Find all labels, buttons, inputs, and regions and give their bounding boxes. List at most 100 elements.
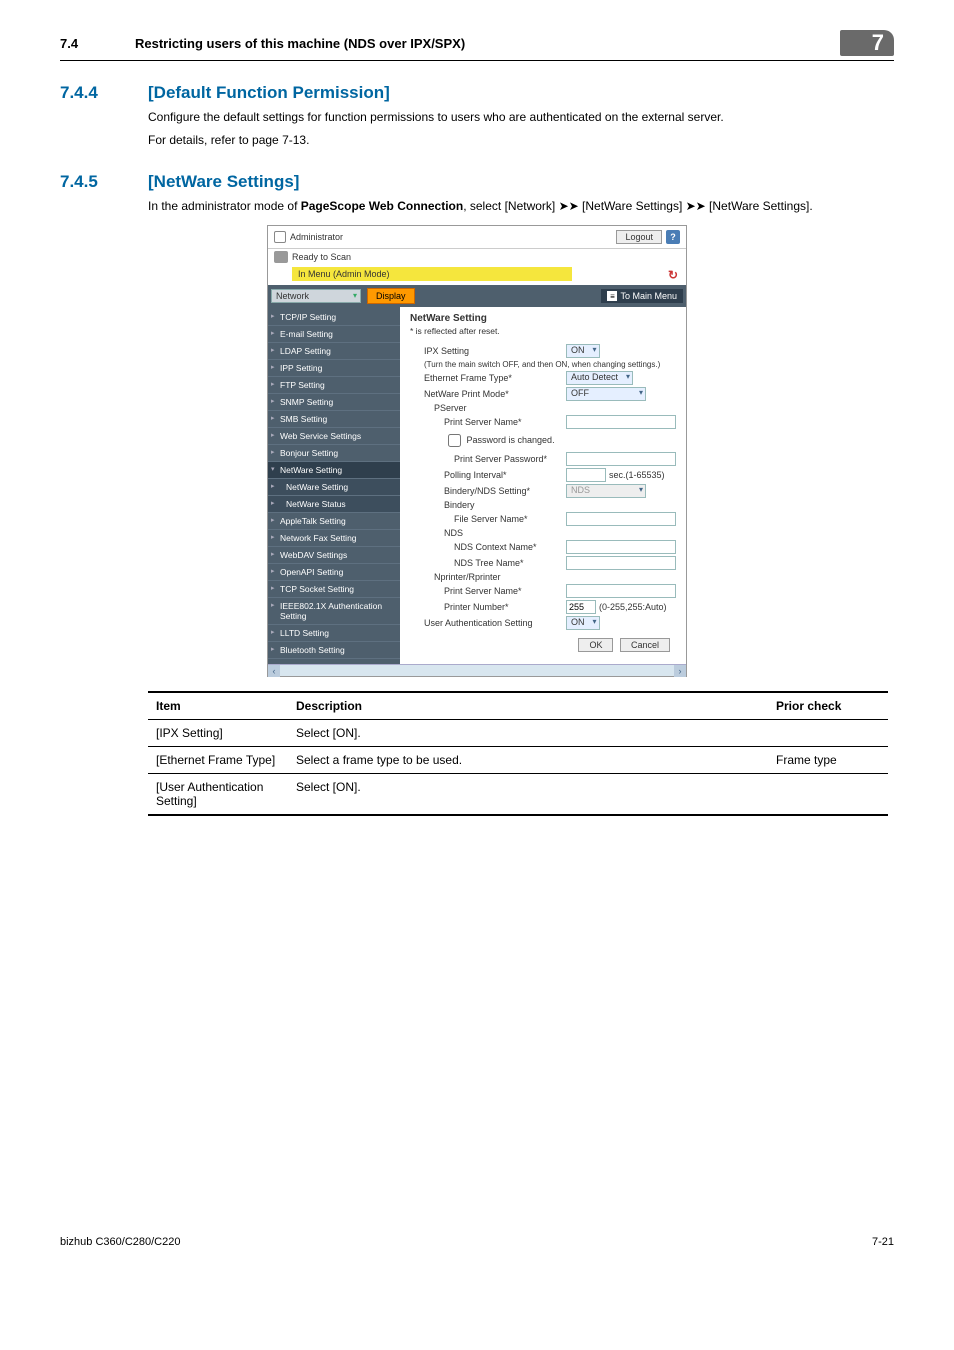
mode-banner-text: In Menu (Admin Mode) [298,269,390,279]
cell-item: [IPX Setting] [148,720,288,747]
heading-text: [Default Function Permission] [148,83,390,103]
ipx-label: IPX Setting [410,346,566,356]
menu-icon: ≡ [607,291,617,301]
requirements-table: Item Description Prior check [IPX Settin… [148,691,888,816]
sidebar-item-snmp[interactable]: ▸SNMP Setting [268,394,400,411]
bindery-label: Bindery [410,500,676,510]
poll-hint: sec.(1-65535) [609,470,665,480]
sidebar-item-bonjour[interactable]: ▸Bonjour Setting [268,445,400,462]
content-panel: NetWare Setting * is reflected after res… [400,307,686,664]
admin-icon [274,231,286,243]
pnum-label: Printer Number* [410,602,566,612]
ipx-hint: (Turn the main switch OFF, and then ON, … [410,360,676,369]
scroll-right-icon[interactable]: › [674,665,686,677]
ndstree-input[interactable] [566,556,676,570]
section-number: 7.4 [60,36,120,51]
para-744-2: For details, refer to page 7-13. [148,132,894,149]
pserver-label: PServer [410,403,676,413]
sidebar-item-ieee8021x[interactable]: ▸IEEE802.1X Authentication Setting [268,598,400,625]
pnum-input[interactable] [566,600,596,614]
netware-settings-screenshot: Administrator Logout ? Ready to Scan In … [267,225,687,677]
sidebar-item-netware-setting[interactable]: ▸NetWare Setting [268,479,400,496]
psw-input[interactable] [566,452,676,466]
sidebar-item-netware[interactable]: ▾NetWare Setting [268,462,400,479]
sidebar-item-bluetooth[interactable]: ▸Bluetooth Setting [268,642,400,659]
npsn-input[interactable] [566,584,676,598]
uauth-select[interactable]: ON [566,616,600,630]
table-row: [IPX Setting] Select [ON]. [148,720,888,747]
body-columns: ▸TCP/IP Setting ▸E-mail Setting ▸LDAP Se… [268,307,686,664]
poll-input[interactable] [566,468,606,482]
cell-desc: Select [ON]. [288,774,768,816]
category-select[interactable]: Network [271,289,361,303]
fsn-input[interactable] [566,512,676,526]
para-frag-c: , select [Network] ➤➤ [NetWare Settings]… [463,199,812,213]
ndsctx-input[interactable] [566,540,676,554]
mode-banner: In Menu (Admin Mode) [292,267,572,281]
display-button[interactable]: Display [367,288,415,304]
sidebar-item-appletalk[interactable]: ▸AppleTalk Setting [268,513,400,530]
logout-button[interactable]: Logout [616,230,662,244]
ok-button[interactable]: OK [578,638,613,652]
horizontal-scrollbar[interactable]: ‹ › [268,664,686,676]
cell-prior [768,774,888,816]
pw-changed-checkbox[interactable] [448,434,461,447]
bnds-select[interactable]: NDS [566,484,646,498]
mode-select[interactable]: OFF [566,387,646,401]
psn-input[interactable] [566,415,676,429]
para-frag-b: PageScope Web Connection [301,199,463,213]
to-main-menu-label: To Main Menu [620,291,677,301]
pw-chk-label: Password is changed. [467,435,555,445]
content-heading: NetWare Setting [410,313,676,324]
nds-label: NDS [410,528,676,538]
heading-text: [NetWare Settings] [148,172,299,192]
ethernet-select[interactable]: Auto Detect [566,371,633,385]
sidebar-item-email[interactable]: ▸E-mail Setting [268,326,400,343]
sidebar-item-tcpsocket[interactable]: ▸TCP Socket Setting [268,581,400,598]
sidebar-item-webservice[interactable]: ▸Web Service Settings [268,428,400,445]
refresh-icon[interactable]: ↻ [668,268,678,282]
th-item: Item [148,692,288,720]
sidebar: ▸TCP/IP Setting ▸E-mail Setting ▸LDAP Se… [268,307,400,664]
sidebar-item-smb[interactable]: ▸SMB Setting [268,411,400,428]
poll-label: Polling Interval* [410,470,566,480]
sidebar-item-ipp[interactable]: ▸IPP Setting [268,360,400,377]
cell-prior: Frame type [768,747,888,774]
scroll-left-icon[interactable]: ‹ [268,665,280,677]
status-text: Ready to Scan [292,252,351,262]
ndstree-label: NDS Tree Name* [410,558,566,568]
para-744-1: Configure the default settings for funct… [148,109,894,126]
sidebar-item-ftp[interactable]: ▸FTP Setting [268,377,400,394]
help-icon[interactable]: ? [666,230,680,244]
table-row: [Ethernet Frame Type] Select a frame typ… [148,747,888,774]
table-row: [User Authentication Setting] Select [ON… [148,774,888,816]
npsn-label: Print Server Name* [410,586,566,596]
fsn-label: File Server Name* [410,514,566,524]
menu-row: Network Display ≡ To Main Menu [268,285,686,307]
section-title: Restricting users of this machine (NDS o… [135,36,825,51]
sidebar-item-lltd[interactable]: ▸LLTD Setting [268,625,400,642]
bnds-label: Bindery/NDS Setting* [410,486,566,496]
sidebar-item-networkfax[interactable]: ▸Network Fax Setting [268,530,400,547]
sidebar-item-tcpip[interactable]: ▸TCP/IP Setting [268,309,400,326]
sidebar-item-webdav[interactable]: ▸WebDAV Settings [268,547,400,564]
cell-prior [768,720,888,747]
sidebar-item-netware-status[interactable]: ▸NetWare Status [268,496,400,513]
heading-num: 7.4.5 [60,172,120,192]
to-main-menu-button[interactable]: ≡ To Main Menu [601,289,683,303]
ndsctx-label: NDS Context Name* [410,542,566,552]
footer-right: 7-21 [872,1236,894,1248]
th-prior: Prior check [768,692,888,720]
cell-desc: Select [ON]. [288,720,768,747]
psw-label: Print Server Password* [410,454,566,464]
admin-label: Administrator [290,232,343,242]
cancel-button[interactable]: Cancel [620,638,670,652]
ethernet-label: Ethernet Frame Type* [410,373,566,383]
button-row: OK Cancel [410,632,676,658]
cell-item: [Ethernet Frame Type] [148,747,288,774]
sidebar-item-openapi[interactable]: ▸OpenAPI Setting [268,564,400,581]
sidebar-item-ldap[interactable]: ▸LDAP Setting [268,343,400,360]
ipx-select[interactable]: ON [566,344,600,358]
mode-label: NetWare Print Mode* [410,389,566,399]
heading-745: 7.4.5 [NetWare Settings] [60,172,894,192]
